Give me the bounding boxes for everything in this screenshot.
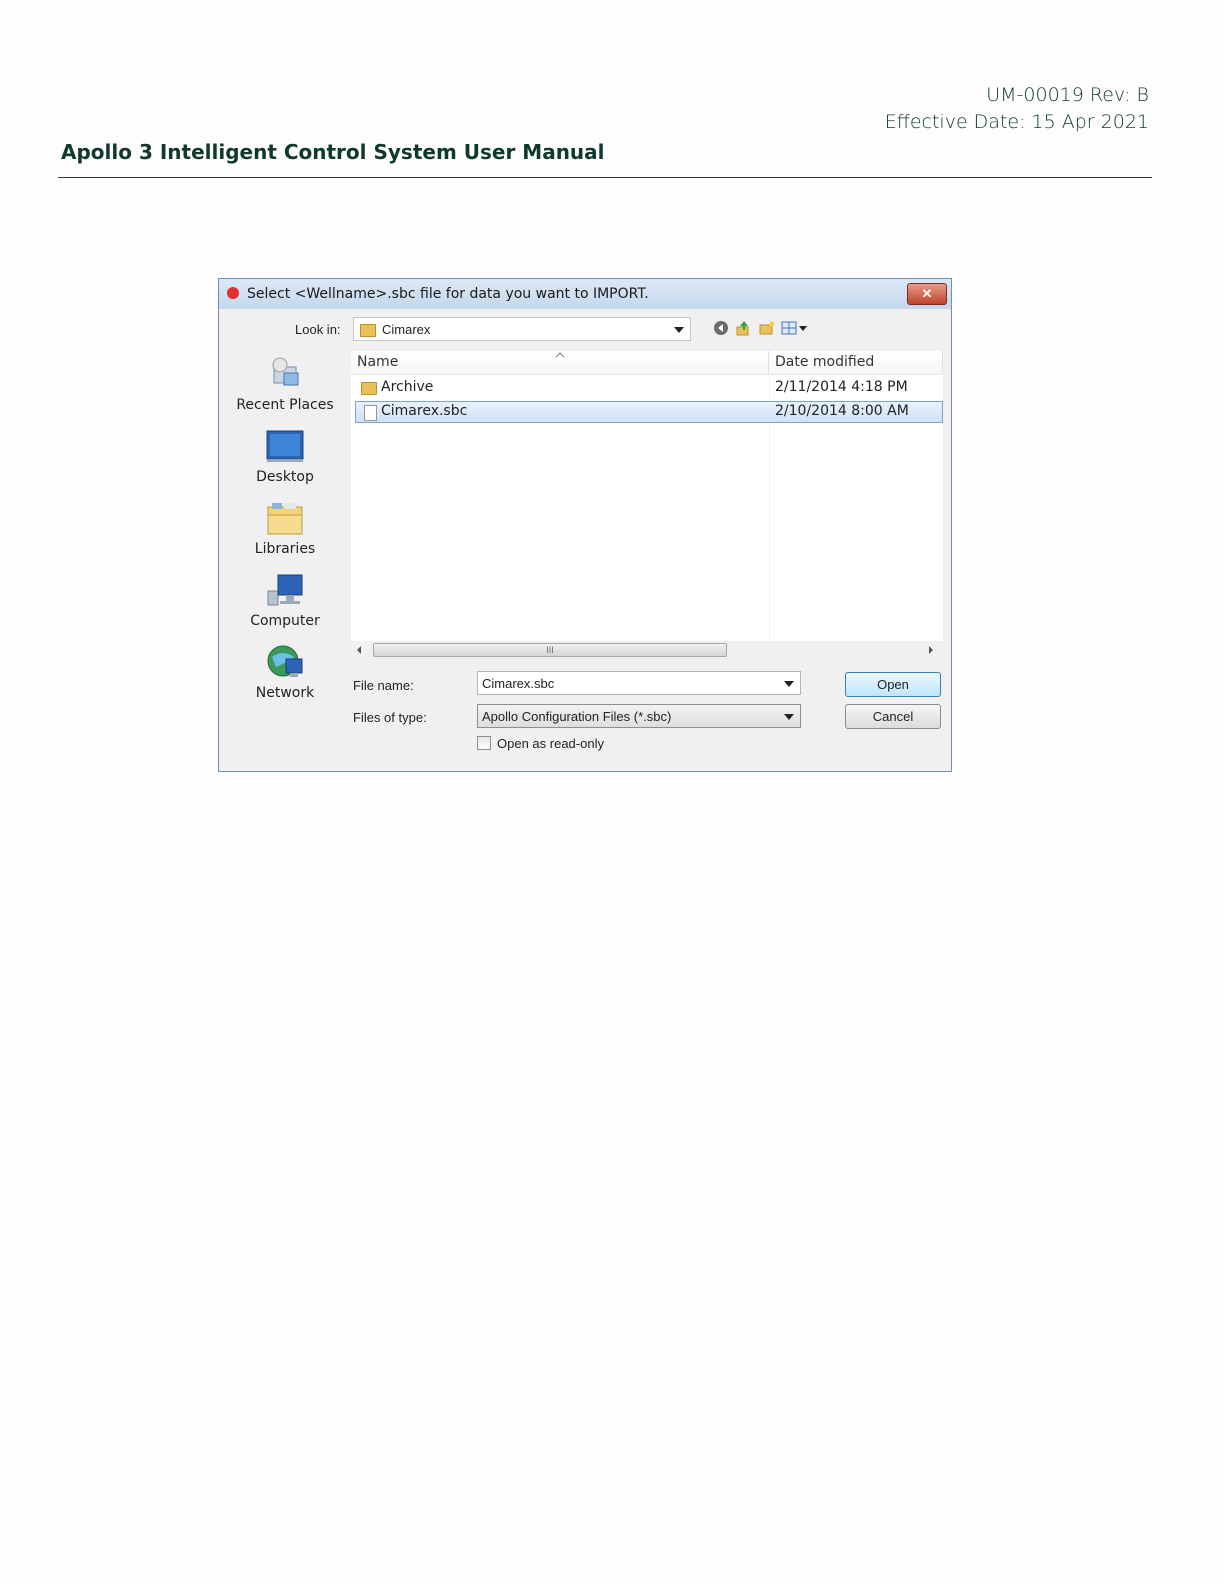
folder-icon [360,324,376,337]
back-icon[interactable] [713,320,729,336]
file-date: 2/10/2014 8:00 AM [775,403,909,419]
file-name-input[interactable]: Cimarex.sbc [477,671,801,695]
place-desktop[interactable]: Desktop [219,429,351,485]
file-name-label: File name: [353,678,414,693]
file-type-value: Apollo Configuration Files (*.sbc) [482,709,672,724]
horizontal-scrollbar[interactable]: III [351,641,943,659]
place-recent-places[interactable]: Recent Places [219,357,351,413]
network-icon [266,645,304,679]
desktop-icon [266,429,304,463]
column-header-name[interactable]: Name [351,351,769,375]
look-in-dropdown[interactable]: Cimarex [353,317,691,341]
app-icon [227,287,239,299]
list-item-archive[interactable]: Archive 2/11/2014 4:18 PM [355,377,943,399]
folder-icon [361,382,377,395]
sort-ascending-icon [555,352,565,358]
effective-date: Effective Date: 15 Apr 2021 [884,111,1149,133]
file-date: 2/11/2014 4:18 PM [775,379,908,395]
manual-title: Apollo 3 Intelligent Control System User… [61,140,605,164]
read-only-checkbox[interactable] [477,736,491,750]
file-list[interactable]: Name Date modified Archive 2/11/2014 4:1… [351,351,943,641]
document-header-info: UM-00019 Rev: B Effective Date: 15 Apr 2… [885,82,1149,136]
place-label: Libraries [254,541,316,557]
read-only-label: Open as read-only [497,736,604,751]
chevron-down-icon[interactable] [784,681,794,687]
file-name: Cimarex.sbc [381,403,468,419]
chevron-down-icon [674,327,684,333]
open-file-dialog: Select <Wellname>.sbc file for data you … [218,278,952,772]
look-in-value: Cimarex [382,322,431,337]
place-network[interactable]: Network [219,645,351,701]
libraries-icon [266,501,304,535]
look-in-label: Look in: [295,322,341,337]
place-libraries[interactable]: Libraries [219,501,351,557]
file-name: Archive [381,379,434,395]
up-folder-icon[interactable] [735,320,751,336]
file-icon [364,405,377,421]
list-item-cimarex-sbc[interactable]: Cimarex.sbc 2/10/2014 8:00 AM [355,401,943,423]
place-label: Computer [250,613,320,629]
places-bar: Recent Places Desktop Libraries Computer… [219,349,351,769]
header-divider [58,177,1152,178]
column-date-label: Date modified [775,354,875,370]
new-folder-icon[interactable] [759,320,775,336]
dialog-titlebar: Select <Wellname>.sbc file for data you … [219,279,951,309]
dialog-title: Select <Wellname>.sbc file for data you … [247,286,649,302]
column-header-date[interactable]: Date modified [769,351,943,375]
file-name-value: Cimarex.sbc [482,676,555,691]
file-type-label: Files of type: [353,710,427,725]
open-button[interactable]: Open [845,672,941,697]
recent-places-icon [266,357,304,391]
scroll-thumb[interactable]: III [373,643,727,657]
chevron-down-icon [784,714,794,720]
view-menu-icon[interactable] [781,320,809,336]
file-type-dropdown[interactable]: Apollo Configuration Files (*.sbc) [477,704,801,728]
column-name-label: Name [357,354,399,370]
place-computer[interactable]: Computer [219,573,351,629]
cancel-button[interactable]: Cancel [845,704,941,729]
doc-number: UM-00019 Rev: B [986,84,1149,106]
scroll-right-icon[interactable] [929,646,933,654]
place-label: Desktop [256,469,314,485]
computer-icon [266,573,304,607]
place-label: Recent Places [236,397,334,413]
close-button[interactable]: ✕ [907,283,947,305]
place-label: Network [255,685,315,701]
scroll-left-icon[interactable] [357,646,361,654]
